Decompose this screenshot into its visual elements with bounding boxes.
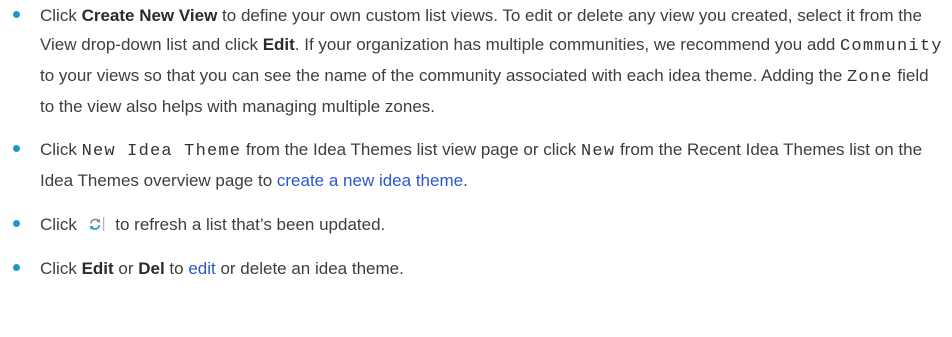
list-item: Click New Idea Theme from the Idea Theme… [12, 135, 947, 195]
text: to refresh a list that’s been updated. [110, 215, 386, 234]
text: or delete an idea theme. [215, 259, 404, 278]
list-item: Click Edit or Del to edit or delete an i… [12, 254, 947, 283]
text: . If your organization has multiple comm… [294, 35, 841, 54]
text: to your views so that you can see the na… [40, 66, 848, 85]
bullet-dot [13, 264, 20, 271]
edit-link[interactable]: edit [188, 259, 215, 278]
create-new-view-label: Create New View [81, 6, 218, 25]
text: from the Idea Themes list view page or c… [241, 140, 582, 159]
community-field-name: Community [840, 37, 943, 56]
bullet-dot [13, 145, 20, 152]
text: Click [40, 215, 82, 234]
text: Click [40, 140, 82, 159]
edit-label: Edit [81, 259, 114, 278]
del-label: Del [138, 259, 165, 278]
bullet-list: Click Create New View to define your own… [12, 0, 947, 283]
edit-label: Edit [262, 35, 295, 54]
bullet-dot [13, 11, 20, 18]
text: Click [40, 259, 82, 278]
zone-field-name: Zone [847, 68, 893, 87]
new-idea-theme-label: New Idea Theme [81, 142, 242, 161]
list-item: Click Create New View to define your own… [12, 0, 947, 121]
new-label: New [581, 142, 616, 161]
refresh-icon [87, 213, 105, 231]
create-new-idea-theme-link[interactable]: create a new idea theme [277, 171, 463, 190]
text: Click [40, 6, 82, 25]
text: or [113, 259, 139, 278]
bullet-dot [13, 220, 20, 227]
list-item: Click to refresh a list that’s been upda… [12, 210, 947, 239]
text: to [164, 259, 189, 278]
text: . [463, 171, 468, 190]
